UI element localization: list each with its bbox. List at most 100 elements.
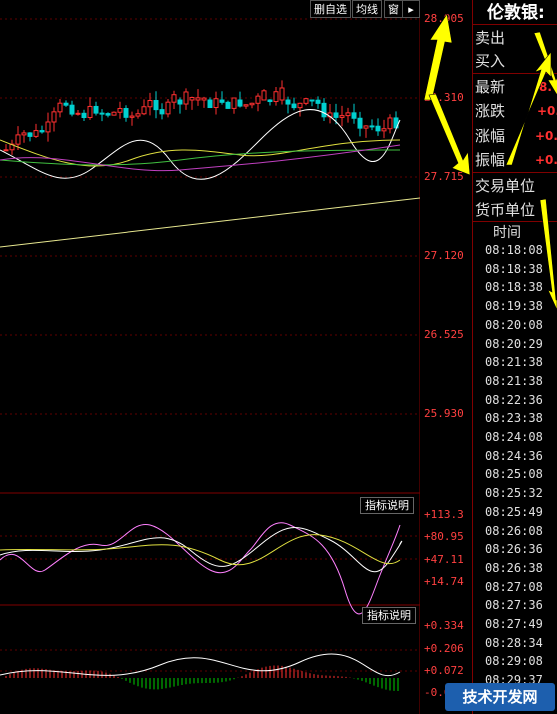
- candle: [141, 106, 147, 115]
- candle: [183, 91, 189, 105]
- trade-time-item[interactable]: 08:24:36: [485, 449, 543, 463]
- candle: [243, 104, 249, 107]
- trade-time-item[interactable]: 08:25:49: [485, 505, 543, 519]
- candle: [375, 125, 381, 132]
- candle: [201, 97, 207, 101]
- candle: [123, 108, 129, 118]
- candle: [63, 102, 69, 106]
- candle: [39, 130, 45, 133]
- candle: [297, 102, 303, 109]
- trade-time-item[interactable]: 08:26:36: [485, 542, 543, 556]
- candle: [3, 149, 9, 152]
- candle: [255, 95, 261, 104]
- trade-time-item[interactable]: 08:23:38: [485, 411, 543, 425]
- macd-line: [0, 653, 401, 677]
- candle: [225, 101, 231, 109]
- trade-time-item[interactable]: 08:18:38: [485, 262, 543, 276]
- amplitude-label: 振幅: [475, 151, 506, 169]
- price-axis: 28.905 28.310 27.715 27.120 26.525 25.93…: [420, 0, 472, 714]
- currency-unit-label: 货币单位: [475, 201, 536, 219]
- candle: [381, 128, 387, 132]
- latest-value: 8.: [539, 80, 552, 94]
- candle: [57, 102, 63, 113]
- candle: [27, 132, 33, 137]
- candle: [135, 113, 141, 117]
- indicator2-tick: +0.206: [424, 642, 464, 655]
- trade-time-item[interactable]: 08:26:38: [485, 561, 543, 575]
- trade-time-item[interactable]: 08:25:32: [485, 486, 543, 500]
- price-tick: 28.310: [424, 91, 464, 104]
- candle: [369, 125, 375, 128]
- trade-time-item[interactable]: 08:20:29: [485, 337, 543, 351]
- candle: [165, 101, 171, 115]
- candle: [117, 108, 123, 113]
- candle: [153, 100, 159, 111]
- instrument-title: 伦敦银:: [487, 3, 545, 23]
- trade-time-item[interactable]: 08:21:38: [485, 374, 543, 388]
- moving-average-line: [0, 149, 401, 166]
- trade-time-item[interactable]: 08:18:08: [485, 243, 543, 257]
- candle: [87, 105, 93, 119]
- watermark-logo: 技术开发网: [445, 683, 555, 711]
- delete-watchlist-button[interactable]: 删自选: [310, 0, 351, 18]
- candle: [333, 112, 339, 118]
- window-button[interactable]: 窗: [384, 0, 403, 18]
- indicator2-explain-button[interactable]: 指标说明: [362, 607, 416, 624]
- candle: [249, 102, 255, 106]
- arrow-right-icon[interactable]: ▸: [402, 0, 420, 18]
- candle: [321, 102, 327, 118]
- candle: [171, 94, 177, 103]
- trade-time-item[interactable]: 08:18:38: [485, 280, 543, 294]
- chart-area[interactable]: 删自选 均线 窗 ▸ 指标说明 指标说明: [0, 0, 420, 714]
- trade-time-item[interactable]: 08:27:08: [485, 580, 543, 594]
- candle: [315, 99, 321, 104]
- trade-time-item[interactable]: 08:22:36: [485, 393, 543, 407]
- candle: [363, 125, 369, 129]
- candle: [273, 91, 279, 103]
- indicator1-tick: +47.11: [424, 553, 464, 566]
- trade-unit-label: 交易单位: [475, 177, 536, 195]
- indicator1-explain-button[interactable]: 指标说明: [360, 497, 414, 514]
- candle: [339, 115, 345, 118]
- trade-time-item[interactable]: 08:21:38: [485, 355, 543, 369]
- trade-time-item[interactable]: 08:27:36: [485, 598, 543, 612]
- trade-time-item[interactable]: 08:25:08: [485, 467, 543, 481]
- indicator2-tick: +0.334: [424, 619, 464, 632]
- trade-time-item[interactable]: 08:29:08: [485, 654, 543, 668]
- candle: [105, 113, 111, 116]
- candle: [177, 99, 183, 105]
- price-tick: 27.120: [424, 249, 464, 262]
- candle: [309, 99, 315, 102]
- trade-time-item[interactable]: 08:27:49: [485, 617, 543, 631]
- candle: [207, 99, 213, 109]
- candle: [21, 132, 27, 136]
- indicator1-tick: +113.3: [424, 508, 464, 521]
- trade-time-item[interactable]: 08:24:08: [485, 430, 543, 444]
- candle: [237, 99, 243, 107]
- indicator2-tick: +0.072: [424, 664, 464, 677]
- candle: [99, 112, 105, 115]
- candle: [81, 112, 87, 119]
- price-tick: 26.525: [424, 328, 464, 341]
- candle: [75, 112, 81, 115]
- candle: [69, 104, 75, 115]
- candle: [159, 109, 165, 115]
- price-chart: [0, 0, 420, 714]
- change-pct-value: +0.1: [535, 129, 557, 143]
- trade-time-item[interactable]: 08:20:08: [485, 318, 543, 332]
- indicator1-tick: +14.74: [424, 575, 464, 588]
- buy-label: 买入: [475, 52, 506, 70]
- candle: [129, 115, 135, 118]
- candle: [15, 134, 21, 145]
- trade-time-item[interactable]: 08:28:34: [485, 636, 543, 650]
- candle: [351, 112, 357, 119]
- candle: [261, 90, 267, 101]
- trade-time-item[interactable]: 08:26:08: [485, 524, 543, 538]
- candle: [345, 112, 351, 117]
- trade-time-item[interactable]: 08:19:38: [485, 299, 543, 313]
- candle: [387, 117, 393, 130]
- moving-average-button[interactable]: 均线: [352, 0, 382, 18]
- candle: [33, 130, 39, 137]
- candle: [285, 99, 291, 105]
- change-label: 涨跌: [475, 102, 506, 120]
